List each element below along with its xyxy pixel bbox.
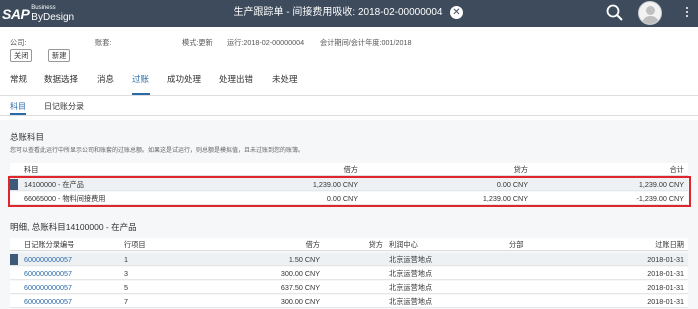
run-value: 运行:2018-02-00000004 [227, 38, 305, 47]
cell-debit: 637.50 CNY [280, 283, 320, 292]
tabs-divider [0, 95, 698, 96]
cell-posting-date: 2018-01-31 [647, 269, 684, 278]
subtab-accounts[interactable]: 科目 [10, 101, 26, 112]
column-header-line[interactable]: 行项目 [124, 238, 146, 251]
search-icon[interactable] [605, 3, 625, 23]
account-set-label: 账套: [95, 38, 112, 47]
cell-line: 7 [124, 297, 128, 306]
column-header-profit-center[interactable]: 利润中心 [389, 238, 418, 251]
journal-entry-link[interactable]: 600000000057 [24, 281, 72, 294]
cell-posting-date: 2018-01-31 [647, 297, 684, 306]
tab-errors[interactable]: 处理出错 [219, 73, 253, 85]
row-selector[interactable] [10, 254, 18, 265]
section-gl-accounts-description: 您可以查看此运行中所显示公司和账套的过账总额。如果这是试运行，则总额是模拟值，且… [10, 148, 305, 154]
window-title: 生产跟踪单 - 间接费用吸收: 2018-02-00000004 [0, 0, 698, 27]
column-header-segment[interactable]: 分部 [509, 238, 523, 251]
table-row[interactable]: 600000000057 7 300.00 CNY 北京运营地点 2018-01… [10, 295, 688, 308]
shell-header: SAP Business ByDesign 生产跟踪单 - 间接费用吸收: 20… [0, 0, 698, 27]
journal-entry-link[interactable]: 600000000057 [24, 253, 72, 266]
tab-success[interactable]: 成功处理 [167, 73, 201, 85]
user-avatar-icon[interactable] [638, 1, 662, 25]
column-header-total[interactable]: 合计 [670, 163, 684, 176]
cell-posting-date: 2018-01-31 [647, 255, 684, 264]
column-header-debit[interactable]: 借方 [344, 163, 358, 176]
close-button[interactable]: 关闭 [10, 49, 33, 62]
cell-profit-center: 北京运营地点 [389, 269, 433, 278]
window-title-text: 生产跟踪单 - 间接费用吸收: 2018-02-00000004 [233, 7, 443, 18]
column-header-entry[interactable]: 日记账分录编号 [24, 238, 74, 251]
cell-line: 5 [124, 283, 128, 292]
tab-messages[interactable]: 消息 [97, 73, 114, 85]
tab-unprocessed[interactable]: 未处理 [272, 73, 298, 85]
column-header-account[interactable]: 科目 [24, 163, 38, 176]
cell-profit-center: 北京运营地点 [389, 283, 433, 292]
column-header-posting-date[interactable]: 过账日期 [655, 238, 684, 251]
close-icon[interactable]: ✕ [450, 6, 463, 19]
table-header-row: 科目 借方 贷方 合计 [10, 163, 688, 176]
new-button[interactable]: 新建 [48, 49, 71, 62]
table-row[interactable]: 600000000057 1 1.50 CNY 北京运营地点 2018-01-3… [10, 253, 688, 266]
table-row[interactable]: 600000000057 5 637.50 CNY 北京运营地点 2018-01… [10, 281, 688, 294]
cell-posting-date: 2018-01-31 [647, 283, 684, 292]
journal-entry-link[interactable]: 600000000057 [24, 267, 72, 280]
journal-entry-link[interactable]: 600000000057 [24, 295, 72, 308]
tab-posting[interactable]: 过账 [132, 73, 149, 85]
cell-profit-center: 北京运营地点 [389, 297, 433, 306]
column-header-credit[interactable]: 贷方 [514, 163, 528, 176]
cell-profit-center: 北京运营地点 [389, 255, 433, 264]
cell-line: 1 [124, 255, 128, 264]
cell-debit: 300.00 CNY [280, 269, 320, 278]
cell-debit: 1.50 CNY [288, 255, 320, 264]
table-row[interactable]: 600000000057 3 300.00 CNY 北京运营地点 2018-01… [10, 267, 688, 280]
company-label: 公司: [10, 38, 27, 47]
highlight-box [8, 176, 691, 207]
cell-line: 3 [124, 269, 128, 278]
subtab-journal-entries[interactable]: 日记账分录 [44, 101, 84, 112]
table-header-row: 日记账分录编号 行项目 借方 贷方 利润中心 分部 过账日期 [10, 238, 688, 251]
tab-general[interactable]: 常规 [10, 73, 27, 85]
cell-debit: 300.00 CNY [280, 297, 320, 306]
column-header-debit[interactable]: 借方 [306, 238, 320, 251]
period-value: 会计期间/会计年度:001/2018 [320, 38, 412, 47]
section-gl-accounts-title: 总账科目 [10, 132, 45, 142]
subtabs-divider [0, 115, 698, 116]
tab-data-selection[interactable]: 数据选择 [44, 73, 78, 85]
column-header-credit[interactable]: 贷方 [369, 238, 383, 251]
mode-value: 模式:更新 [182, 38, 213, 47]
section-detail-title: 明细, 总账科目14100000 - 在产品 [10, 222, 137, 232]
more-menu-icon[interactable] [683, 5, 691, 21]
